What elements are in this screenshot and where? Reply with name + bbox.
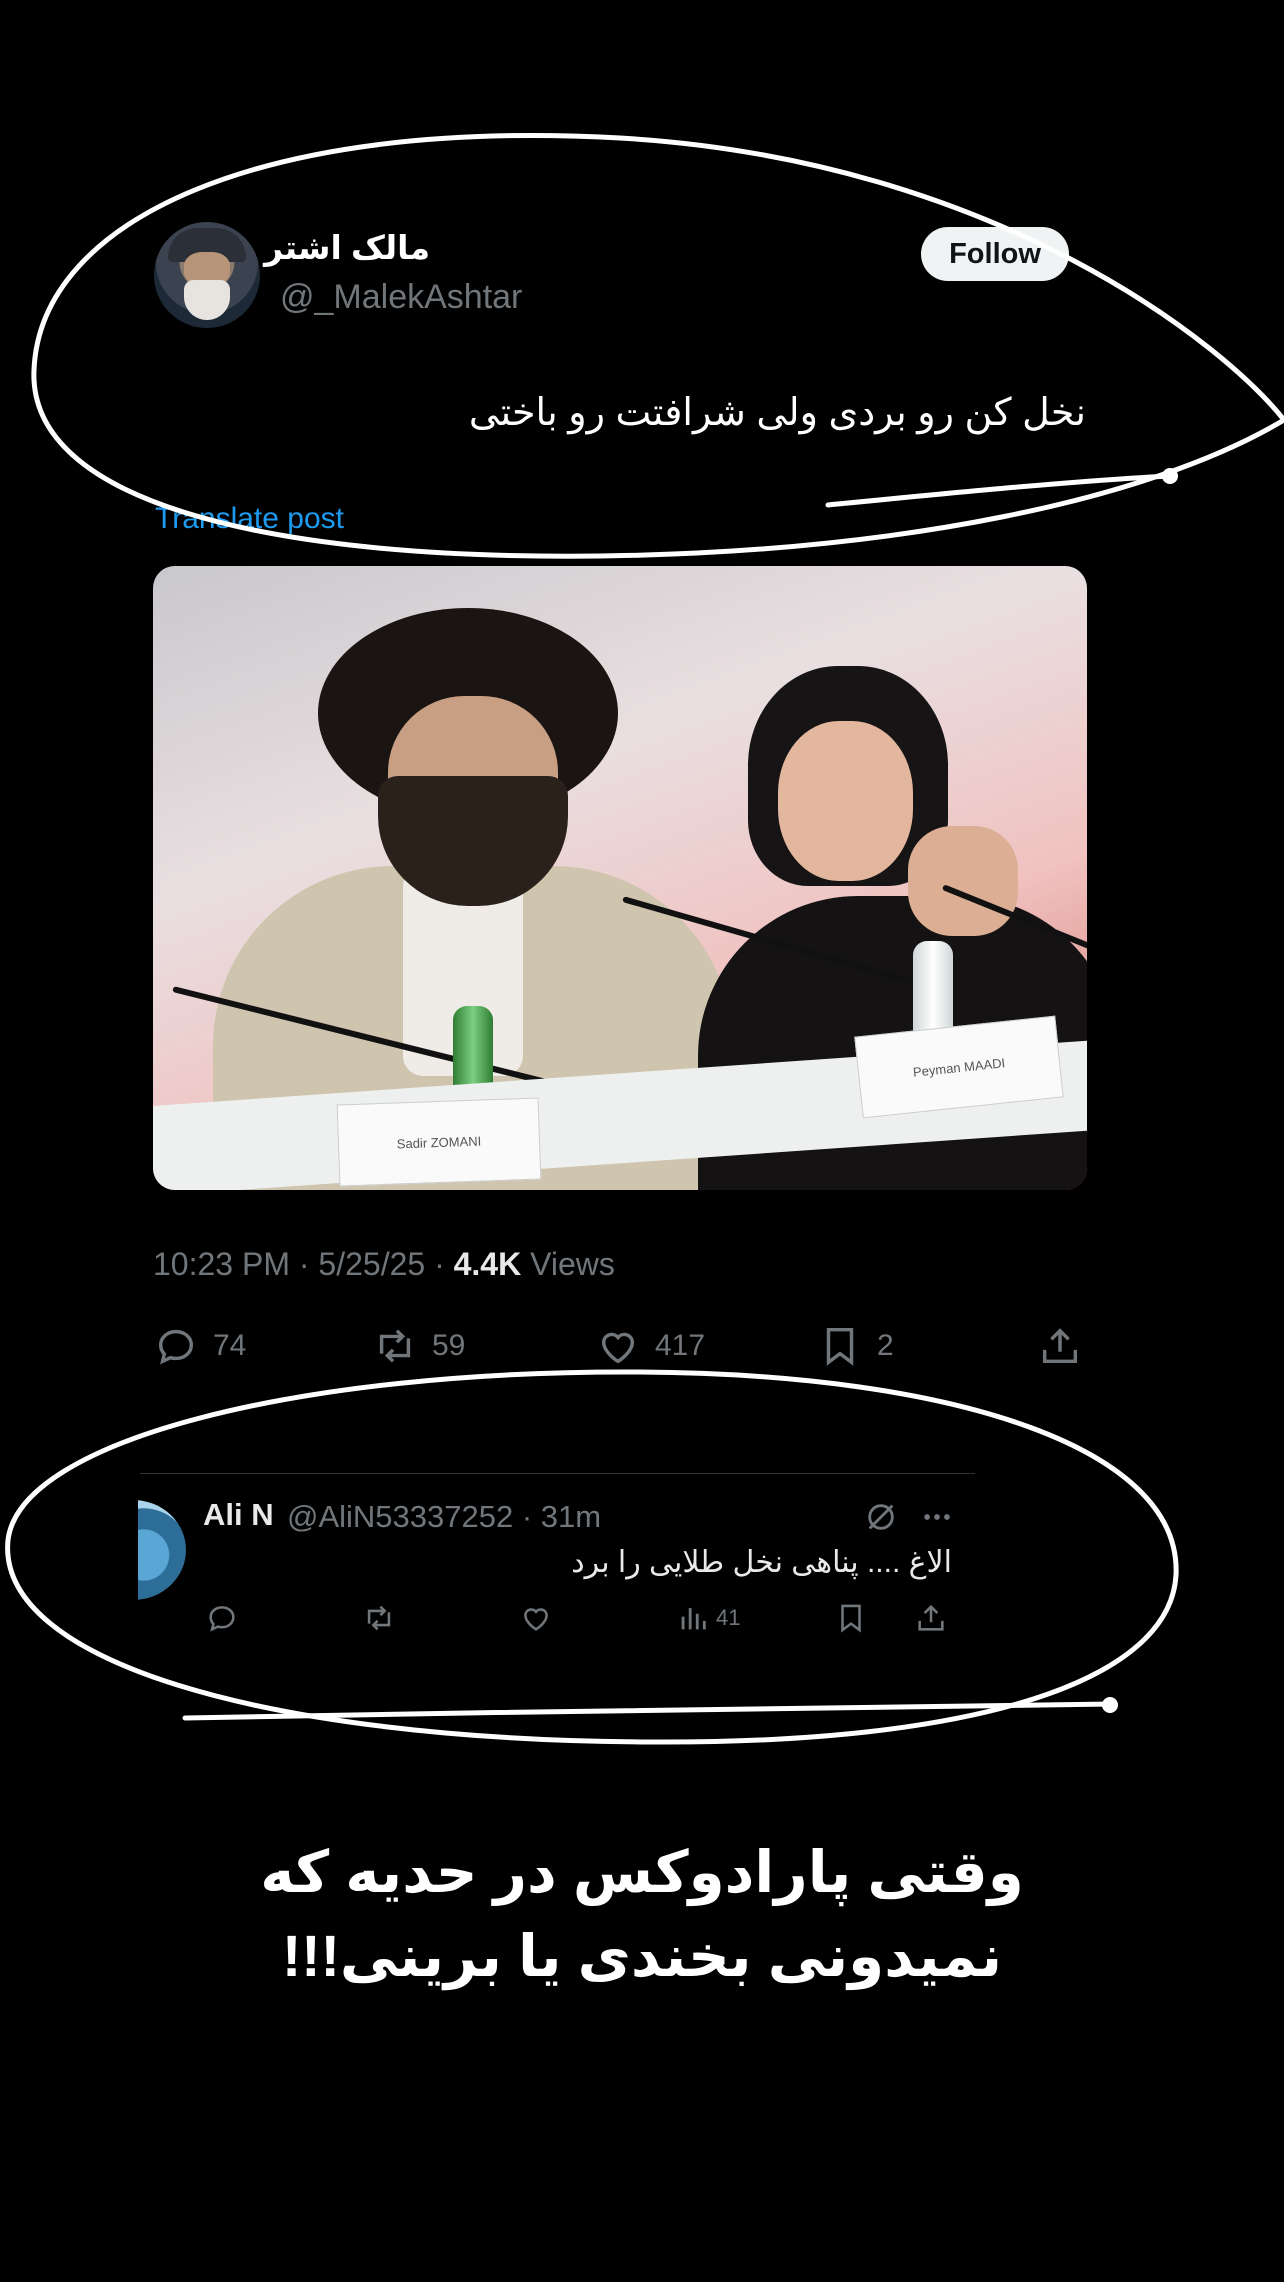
bookmark-icon bbox=[826, 1327, 854, 1366]
tweet-photo[interactable]: Sadir ZOMANI Peyman MAADI bbox=[153, 566, 1087, 1190]
annotation-underline-reply bbox=[182, 1701, 1115, 1721]
tweet-time: 10:23 PM bbox=[153, 1246, 290, 1282]
views-label: Views bbox=[530, 1246, 615, 1282]
bookmark-count: 2 bbox=[877, 1329, 894, 1362]
heart-icon bbox=[524, 1608, 548, 1631]
caption-line-2: نمیدونی بخندی یا برینی!!! bbox=[281, 1924, 1003, 1989]
reply-views-count: 41 bbox=[716, 1605, 741, 1630]
tweet-date: 5/25/25 bbox=[318, 1246, 426, 1282]
reply-icon bbox=[158, 1329, 194, 1365]
reply-avatar[interactable] bbox=[138, 1500, 186, 1600]
share-icon bbox=[1042, 1328, 1078, 1364]
like-count: 417 bbox=[655, 1329, 706, 1362]
reply-share-action[interactable] bbox=[914, 1598, 948, 1638]
repost-action[interactable]: 59 bbox=[372, 1318, 465, 1374]
heart-icon bbox=[601, 1332, 635, 1364]
repost-icon bbox=[367, 1605, 391, 1631]
bookmark-action[interactable]: 2 bbox=[817, 1318, 894, 1374]
annotation-ellipse-top bbox=[31, 133, 1284, 559]
translate-post-link[interactable]: Translate post bbox=[155, 502, 344, 536]
caption-line-1: وقتی پارادوکس در حدیه که bbox=[260, 1840, 1024, 1905]
bookmark-icon bbox=[841, 1604, 861, 1633]
reply-reply-action[interactable] bbox=[205, 1598, 239, 1638]
repost-icon bbox=[379, 1329, 411, 1363]
tweet-timestamp[interactable]: 10:23 PM · 5/25/25 · 4.4K Views bbox=[153, 1246, 615, 1283]
reply-like-action[interactable] bbox=[519, 1598, 553, 1638]
author-avatar[interactable] bbox=[154, 222, 260, 328]
tweet-text: نخل کن رو بردی ولی شرافتت رو باختی bbox=[468, 392, 1086, 434]
reply-handle-meta[interactable]: @AliN53337252 · 31m bbox=[287, 1499, 601, 1535]
reply-count: 74 bbox=[213, 1329, 247, 1362]
views-count: 4.4K bbox=[453, 1246, 522, 1282]
reply-action[interactable]: 74 bbox=[153, 1318, 246, 1374]
follow-button[interactable]: Follow bbox=[921, 227, 1069, 281]
reply-divider bbox=[140, 1473, 975, 1474]
reply-text: الاغ .... پناهی نخل طلایی را برد bbox=[571, 1546, 952, 1579]
photo-nameplate-left: Sadir ZOMANI bbox=[336, 1097, 542, 1187]
annotation-underline-top bbox=[825, 473, 1175, 508]
more-options-icon[interactable] bbox=[918, 1500, 956, 1534]
reply-repost-action[interactable] bbox=[362, 1598, 396, 1638]
reply-author-name[interactable]: Ali N bbox=[203, 1497, 274, 1533]
author-handle[interactable]: @_MalekAshtar bbox=[280, 278, 522, 317]
author-display-name[interactable]: مالک اشتر bbox=[264, 228, 430, 267]
share-icon bbox=[918, 1604, 944, 1631]
like-action[interactable]: 417 bbox=[595, 1318, 705, 1374]
reply-views-action[interactable]: 41 bbox=[676, 1598, 740, 1638]
analytics-icon bbox=[681, 1608, 706, 1630]
share-action[interactable] bbox=[1037, 1318, 1083, 1374]
repost-count: 59 bbox=[432, 1329, 466, 1362]
reply-bookmark-action[interactable] bbox=[834, 1598, 868, 1638]
reply-icon bbox=[209, 1606, 235, 1632]
grok-icon[interactable] bbox=[864, 1500, 898, 1534]
